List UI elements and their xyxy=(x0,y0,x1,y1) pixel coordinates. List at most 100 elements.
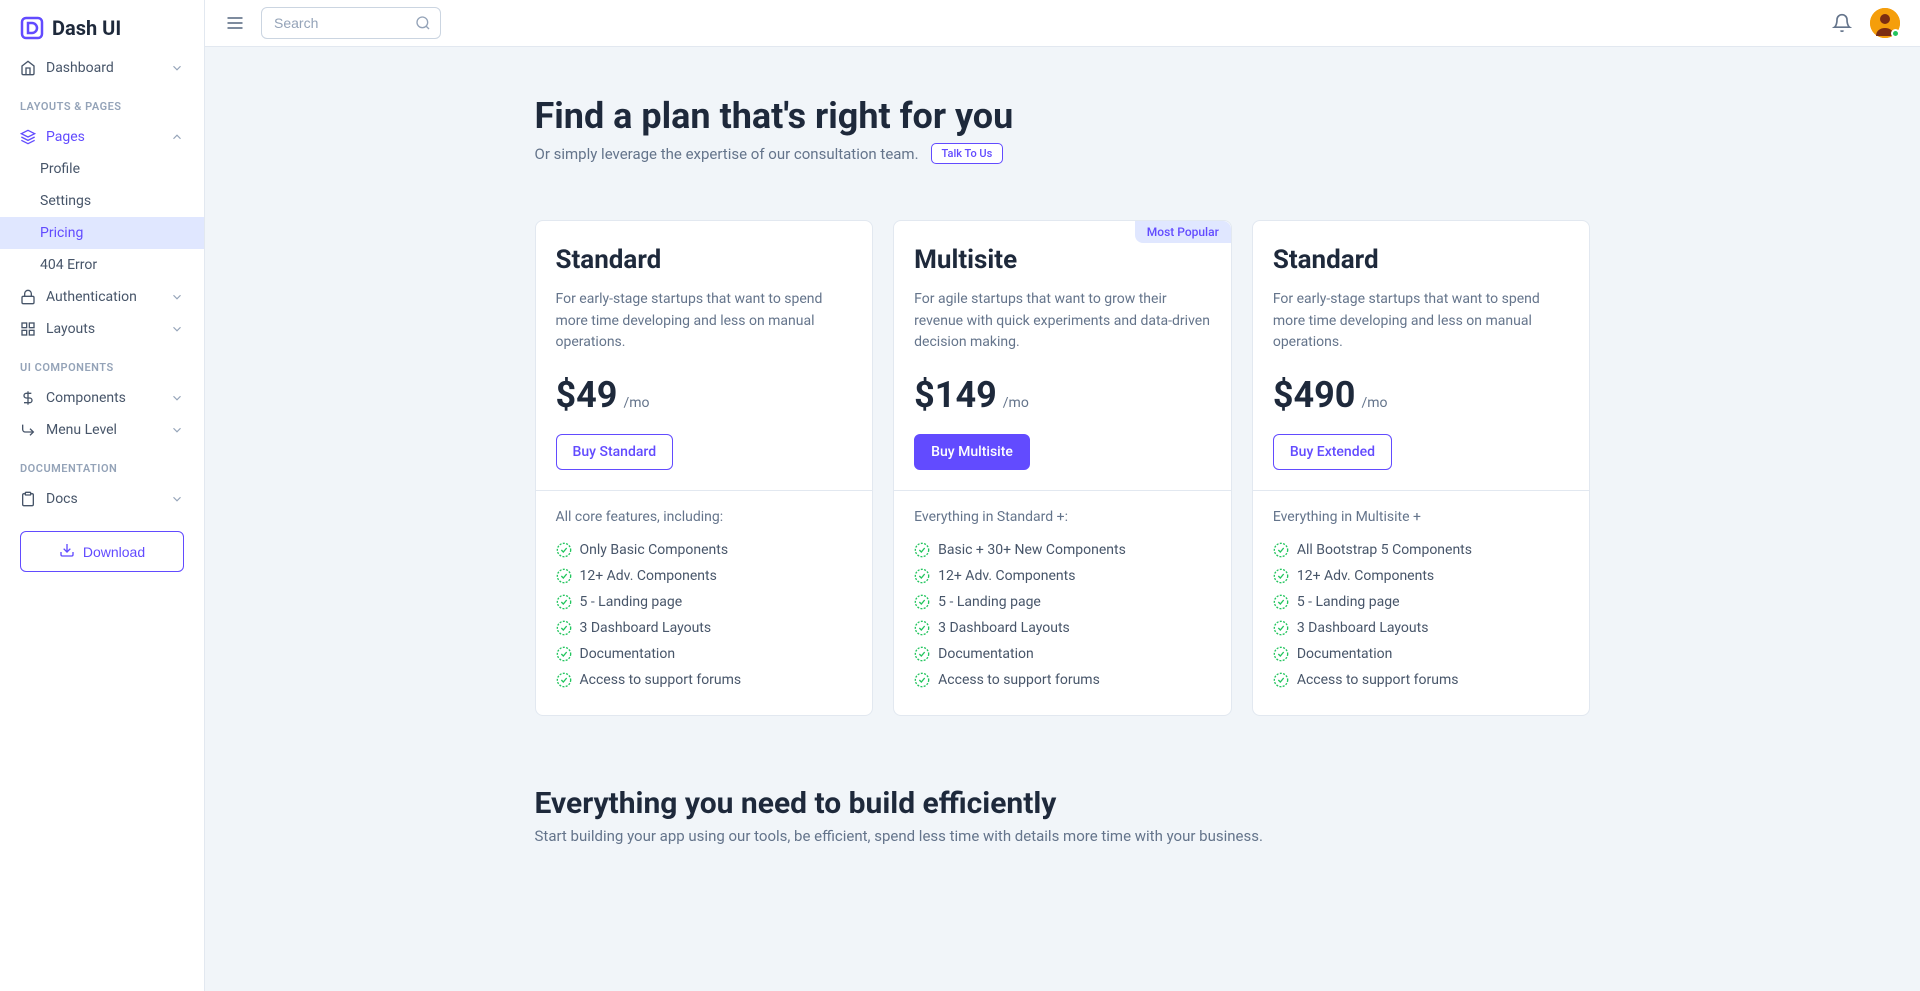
nav-label: Layouts xyxy=(46,321,160,337)
plan-price: $149 xyxy=(914,374,997,416)
bell-icon xyxy=(1832,13,1852,33)
nav-authentication[interactable]: Authentication xyxy=(0,281,204,313)
feature-text: Documentation xyxy=(580,646,676,662)
buy-button[interactable]: Buy Multisite xyxy=(914,434,1030,470)
section-documentation: DOCUMENTATION xyxy=(0,446,204,483)
feature-text: Documentation xyxy=(938,646,1034,662)
search-input[interactable] xyxy=(261,7,441,39)
buy-button[interactable]: Buy Extended xyxy=(1273,434,1392,470)
feature-item: 12+ Adv. Components xyxy=(914,563,1211,589)
chevron-up-icon xyxy=(170,130,184,144)
plan-card: Standard For early-stage startups that w… xyxy=(535,220,874,716)
plan-period: /mo xyxy=(623,395,649,411)
chevron-down-icon xyxy=(170,423,184,437)
home-icon xyxy=(20,60,36,76)
check-icon xyxy=(556,620,572,636)
check-icon xyxy=(556,672,572,688)
nav-label: Pages xyxy=(46,129,160,145)
feature-text: 12+ Adv. Components xyxy=(580,568,717,584)
check-icon xyxy=(914,542,930,558)
check-icon xyxy=(914,646,930,662)
talk-to-us-button[interactable]: Talk To Us xyxy=(931,143,1004,164)
feature-item: 5 - Landing page xyxy=(914,589,1211,615)
feature-item: Only Basic Components xyxy=(556,537,853,563)
check-icon xyxy=(556,594,572,610)
chevron-down-icon xyxy=(170,290,184,304)
feature-text: 5 - Landing page xyxy=(938,594,1041,610)
feature-text: Basic + 30+ New Components xyxy=(938,542,1126,558)
check-icon xyxy=(914,620,930,636)
brand-logo[interactable]: Dash UI xyxy=(0,0,204,52)
feature-text: 12+ Adv. Components xyxy=(938,568,1075,584)
feature-text: 5 - Landing page xyxy=(580,594,683,610)
feature-text: 3 Dashboard Layouts xyxy=(1297,620,1429,636)
nav-label: Docs xyxy=(46,491,160,507)
nav-label: Components xyxy=(46,390,160,406)
check-icon xyxy=(914,672,930,688)
chevron-down-icon xyxy=(170,492,184,506)
logo-icon xyxy=(20,16,44,40)
section-ui-components: UI COMPONENTS xyxy=(0,345,204,382)
feature-text: Documentation xyxy=(1297,646,1393,662)
download-button[interactable]: Download xyxy=(20,531,184,572)
section2-title: Everything you need to build efficiently xyxy=(535,786,1591,821)
feature-item: 5 - Landing page xyxy=(556,589,853,615)
check-icon xyxy=(1273,620,1289,636)
topbar xyxy=(205,0,1920,47)
check-icon xyxy=(1273,672,1289,688)
nav-sub-404[interactable]: 404 Error xyxy=(0,249,204,281)
feature-item: 3 Dashboard Layouts xyxy=(1273,615,1570,641)
feature-text: Access to support forums xyxy=(580,672,742,688)
status-indicator xyxy=(1891,29,1900,38)
layers-icon xyxy=(20,129,36,145)
check-icon xyxy=(914,568,930,584)
check-icon xyxy=(556,542,572,558)
plan-desc: For agile startups that want to grow the… xyxy=(914,289,1211,354)
menu-toggle[interactable] xyxy=(225,13,245,33)
section-layouts-pages: LAYOUTS & PAGES xyxy=(0,84,204,121)
download-label: Download xyxy=(83,544,145,560)
feature-item: Access to support forums xyxy=(1273,667,1570,693)
nav-label: Dashboard xyxy=(46,60,160,76)
section2-desc: Start building your app using our tools,… xyxy=(535,827,1591,845)
nav-sub-settings[interactable]: Settings xyxy=(0,185,204,217)
nav-components[interactable]: Components xyxy=(0,382,204,414)
nav-dashboard[interactable]: Dashboard xyxy=(0,52,204,84)
check-icon xyxy=(1273,542,1289,558)
plan-name: Standard xyxy=(1273,245,1570,275)
feature-text: Only Basic Components xyxy=(580,542,729,558)
buy-button[interactable]: Buy Standard xyxy=(556,434,674,470)
feature-text: Access to support forums xyxy=(938,672,1100,688)
feature-text: 12+ Adv. Components xyxy=(1297,568,1434,584)
feature-item: Documentation xyxy=(556,641,853,667)
plan-grid: Standard For early-stage startups that w… xyxy=(535,220,1591,716)
plan-features-title: Everything in Standard +: xyxy=(914,509,1211,525)
package-icon xyxy=(20,390,36,406)
plan-card: Most Popular Multisite For agile startup… xyxy=(893,220,1232,716)
check-icon xyxy=(1273,568,1289,584)
feature-item: 12+ Adv. Components xyxy=(556,563,853,589)
feature-item: Access to support forums xyxy=(556,667,853,693)
search-icon xyxy=(415,15,431,31)
plan-name: Standard xyxy=(556,245,853,275)
nav-sub-pricing[interactable]: Pricing xyxy=(0,217,204,249)
feature-item: Basic + 30+ New Components xyxy=(914,537,1211,563)
notifications-button[interactable] xyxy=(1832,13,1852,33)
nav-label: Menu Level xyxy=(46,422,160,438)
nav-layouts[interactable]: Layouts xyxy=(0,313,204,345)
nav-pages[interactable]: Pages xyxy=(0,121,204,153)
nav-sub-profile[interactable]: Profile xyxy=(0,153,204,185)
sidebar: Dash UI Dashboard LAYOUTS & PAGES Pages … xyxy=(0,0,205,991)
plan-card: Standard For early-stage startups that w… xyxy=(1252,220,1591,716)
feature-text: 3 Dashboard Layouts xyxy=(938,620,1070,636)
nav-docs[interactable]: Docs xyxy=(0,483,204,515)
check-icon xyxy=(1273,646,1289,662)
feature-item: 12+ Adv. Components xyxy=(1273,563,1570,589)
clipboard-icon xyxy=(20,491,36,507)
nav-label: Authentication xyxy=(46,289,160,305)
search-wrap xyxy=(261,7,441,39)
nav-menu-level[interactable]: Menu Level xyxy=(0,414,204,446)
check-icon xyxy=(1273,594,1289,610)
user-avatar[interactable] xyxy=(1870,8,1900,38)
feature-item: Access to support forums xyxy=(914,667,1211,693)
